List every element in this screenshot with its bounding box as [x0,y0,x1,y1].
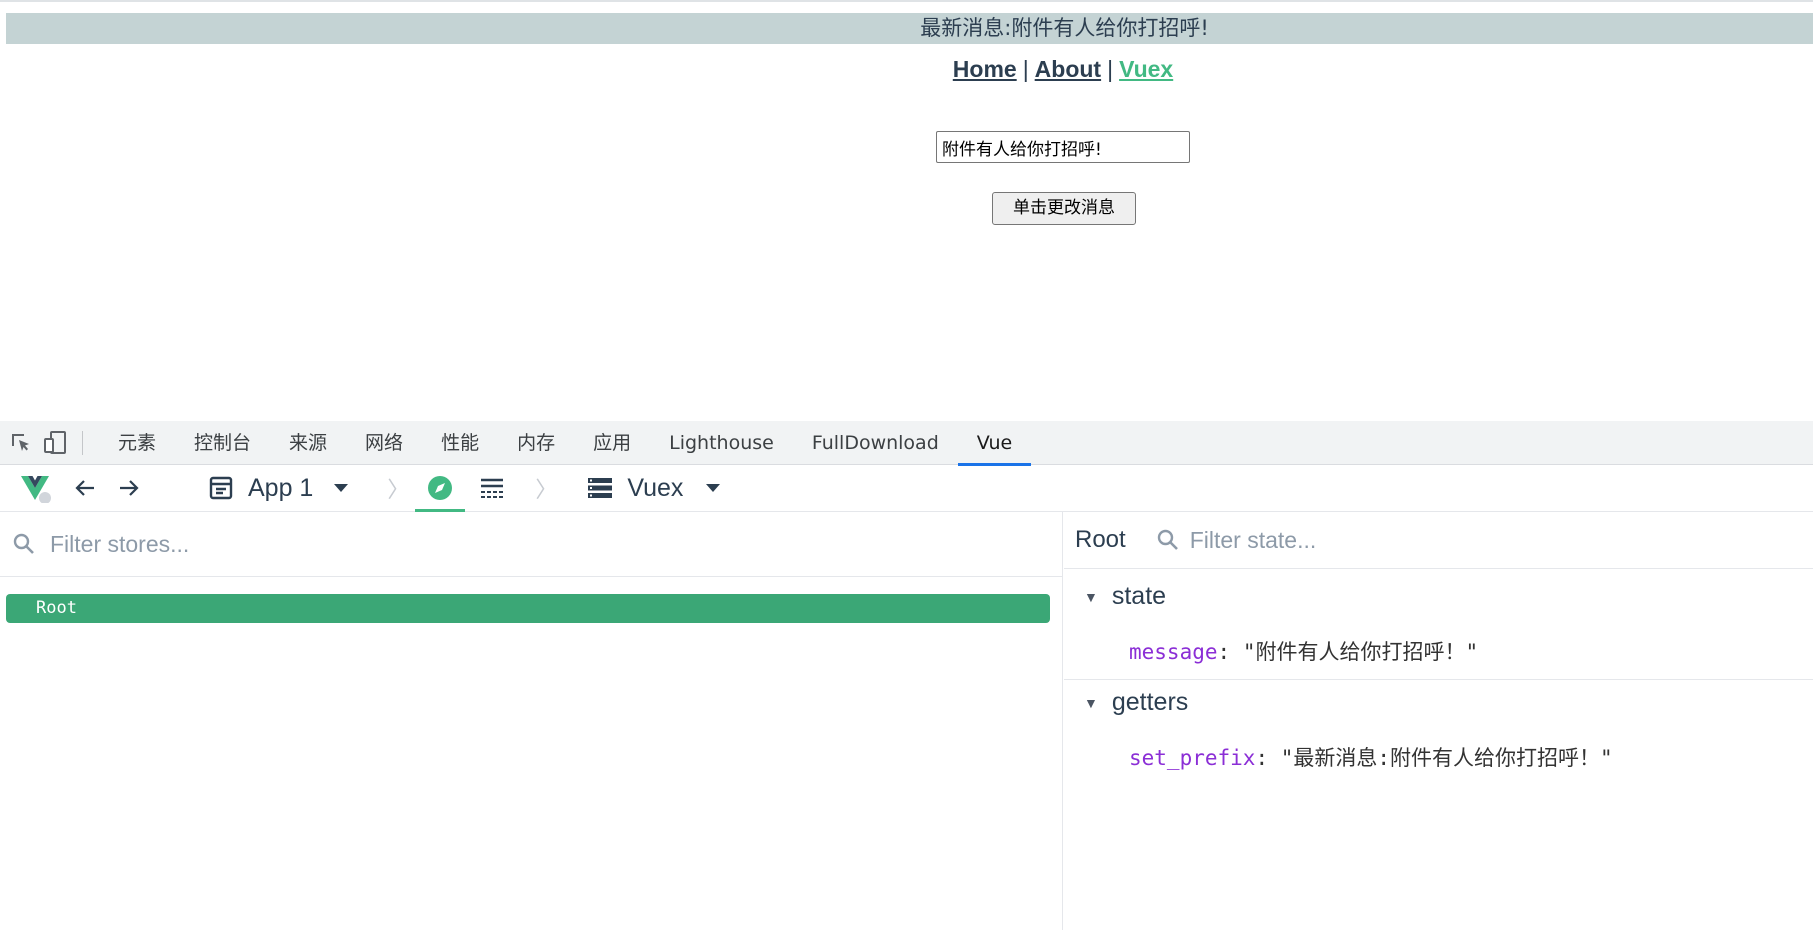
inspector-selector[interactable]: Vuex [587,465,721,512]
device-toolbar-icon[interactable] [42,430,68,456]
stores-filter[interactable]: Filter stores... [0,512,1063,577]
collapse-triangle-icon: ▼ [1084,694,1098,711]
state-pane-title: Root [1075,526,1126,553]
message-banner: 最新消息:附件有人给你打招呼! [6,13,1813,44]
section-divider [1064,679,1813,680]
breadcrumb-chevron-icon: 〉 [387,478,410,503]
tab-console[interactable]: 控制台 [175,421,270,465]
app-window-icon [209,476,233,500]
change-message-button[interactable]: 单击更改消息 [992,192,1136,225]
state-pane: Root Filter state... ▼ state message: "附… [1064,512,1813,930]
toolbar-divider [82,430,83,455]
state-value: "附件有人给你打招呼！" [1242,640,1479,664]
tab-lighthouse[interactable]: Lighthouse [650,421,793,465]
stores-filter-placeholder: Filter stores... [50,530,190,557]
tab-sources[interactable]: 来源 [270,421,346,465]
forward-arrow-icon[interactable] [104,465,154,512]
tab-network[interactable]: 网络 [346,421,422,465]
chevron-down-icon [706,484,721,492]
nav-vuex-link[interactable]: Vuex [1119,56,1173,82]
tab-performance[interactable]: 性能 [422,421,498,465]
back-arrow-icon[interactable] [70,465,100,512]
getters-section-toggle[interactable]: ▼ getters [1084,688,1188,717]
app-selector[interactable]: App 1 [208,465,349,512]
compass-icon[interactable] [415,465,466,512]
getter-value: "最新消息:附件有人给你打招呼！" [1280,746,1613,770]
nav-separator: | [1107,56,1114,82]
state-key: message [1129,640,1218,664]
stack-icon [588,478,613,498]
state-filter-input[interactable]: Filter state... [1190,527,1317,554]
breadcrumb-chevron-icon: 〉 [535,478,558,503]
inspector-selector-label: Vuex [627,473,684,502]
state-entry-message[interactable]: message: "附件有人给你打招呼！" [1129,636,1478,666]
search-icon [1157,529,1178,550]
chevron-down-icon [334,484,349,492]
devtools-panel: 元素 控制台 来源 网络 性能 内存 应用 Lighthouse FullDow… [0,421,1813,930]
nav-about-link[interactable]: About [1035,56,1101,82]
state-section-toggle[interactable]: ▼ state [1084,582,1166,611]
main-nav: Home | About | Vuex [0,56,1813,83]
search-icon [13,533,34,554]
tab-vue[interactable]: Vue [957,421,1032,466]
getters-section-label: getters [1111,688,1189,716]
app-selector-label: App 1 [248,473,314,502]
top-border [0,0,1813,2]
devtools-tab-bar: 元素 控制台 来源 网络 性能 内存 应用 Lighthouse FullDow… [0,421,1813,466]
kv-colon: : [1217,640,1243,664]
inspect-element-icon[interactable] [8,430,34,456]
timeline-icon[interactable] [467,465,517,512]
getter-key: set_prefix [1129,746,1256,770]
kv-colon: : [1255,746,1281,770]
nav-separator: | [1022,56,1029,82]
state-pane-header: Root Filter state... [1064,512,1813,569]
stores-pane: Filter stores... Root [0,512,1063,930]
tab-elements[interactable]: 元素 [99,421,175,465]
tab-memory[interactable]: 内存 [498,421,574,465]
collapse-triangle-icon: ▼ [1084,588,1098,605]
tab-application[interactable]: 应用 [574,421,650,465]
vue-devtools-toolbar: App 1 〉 〉 Vuex [0,465,1813,512]
message-input[interactable] [936,131,1190,163]
nav-home-link[interactable]: Home [953,56,1017,82]
getter-entry-set-prefix[interactable]: set_prefix: "最新消息:附件有人给你打招呼！" [1129,742,1613,772]
vue-logo-icon [0,465,70,512]
tab-fulldownload[interactable]: FullDownload [793,421,958,465]
store-item-root[interactable]: Root [6,594,1050,623]
state-section-label: state [1111,582,1167,610]
